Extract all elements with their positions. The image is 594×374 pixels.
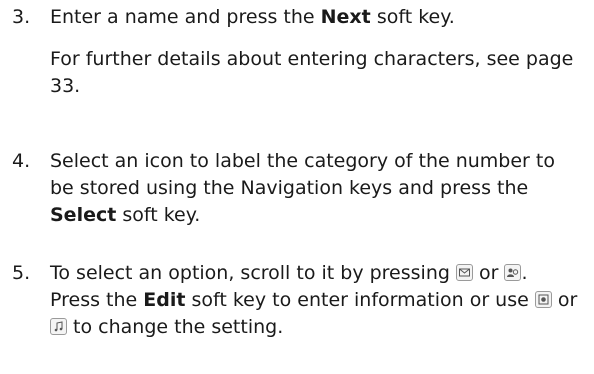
envelope-key-icon — [455, 264, 473, 281]
step-text: To select an option, scroll to it by pre… — [50, 262, 456, 284]
step-body: Enter a name and press the Next soft key… — [50, 4, 582, 100]
step-note: For further details about entering chara… — [50, 48, 574, 97]
music-key-icon — [50, 318, 67, 335]
step-text: Enter a name and press the — [50, 6, 321, 28]
step-text: or — [551, 289, 578, 311]
step-text: to change the setting. — [67, 316, 284, 338]
contacts-key-icon — [504, 264, 522, 281]
step-text: or — [472, 262, 505, 284]
soft-key-name: Next — [320, 6, 371, 28]
step-body: To select an option, scroll to it by pre… — [50, 260, 582, 341]
step-3: 3. Enter a name and press the Next soft … — [12, 4, 582, 100]
step-body: Select an icon to label the category of … — [50, 148, 582, 229]
step-5: 5. To select an option, scroll to it by … — [12, 260, 582, 341]
step-text: soft key. — [370, 6, 455, 28]
step-number: 5. — [12, 262, 31, 284]
step-text: soft key. — [116, 204, 201, 226]
step-4: 4. Select an icon to label the category … — [12, 148, 582, 229]
soft-key-name: Edit — [143, 289, 186, 311]
manual-page: 3. Enter a name and press the Next soft … — [0, 0, 594, 374]
step-number: 3. — [12, 6, 31, 28]
camera-key-icon — [534, 291, 552, 308]
step-text: soft key to enter information or use — [185, 289, 535, 311]
step-text: Select an icon to label the category of … — [50, 150, 555, 199]
step-number: 4. — [12, 150, 31, 172]
soft-key-name: Select — [50, 204, 117, 226]
